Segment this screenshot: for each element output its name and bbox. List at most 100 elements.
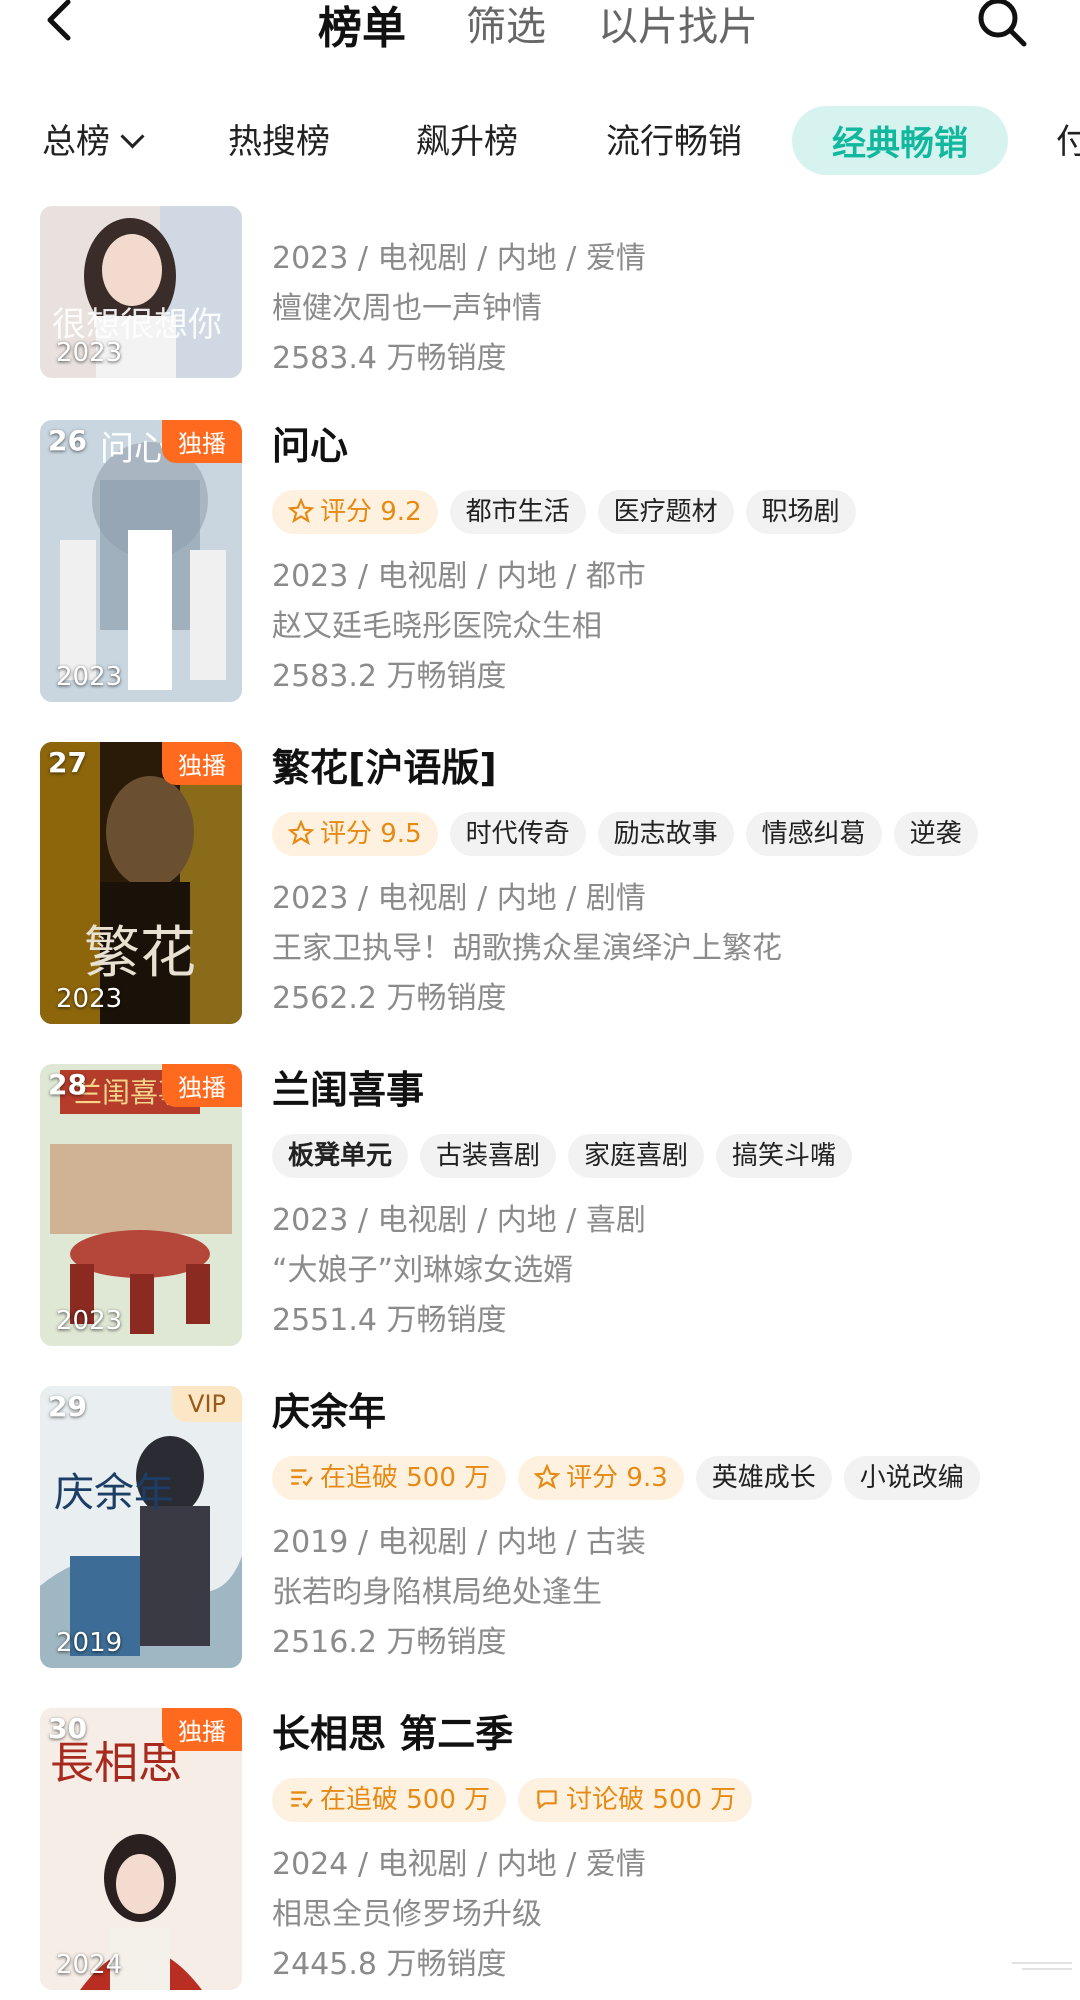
item-title[interactable]: 问心	[272, 420, 1052, 472]
series-tag: 板凳单元	[272, 1134, 409, 1178]
list-icon	[291, 1468, 313, 1486]
rating-tag: 评分 9.3	[518, 1456, 684, 1500]
item-info: 繁花[沪语版] 评分 9.5 时代传奇 励志故事 情感纠葛 逆袭 2023 / 电视剧 …	[272, 742, 1052, 1024]
rank-number: 30	[48, 1712, 87, 1745]
item-info: 庆余年 在追破 500 万 评分 9.3 英雄成长 小说改编 2019 / 电视剧 /…	[272, 1386, 1052, 1668]
rank-number: 28	[48, 1068, 87, 1101]
subtab-classic-sales[interactable]: 经典畅销	[792, 106, 1008, 175]
rating-tag: 评分 9.5	[272, 812, 438, 856]
tag-label: 在追破 500 万	[320, 1785, 491, 1815]
item-title[interactable]: 兰闺喜事	[272, 1064, 1052, 1116]
genre-tag: 搞笑斗嘴	[716, 1134, 853, 1178]
genre-tag: 职场剧	[745, 490, 856, 534]
top-nav: 榜单 筛选 以片找片	[0, 0, 1080, 80]
poster-art: 庆余年	[40, 1386, 242, 1668]
rank-number: 27	[48, 746, 87, 779]
rank-number: 26	[48, 424, 87, 457]
exclusive-badge: 独播	[162, 1064, 242, 1107]
tag-label: 评分 9.3	[566, 1463, 668, 1493]
exclusive-badge: 独播	[162, 420, 242, 463]
item-meta-line: 2023 / 电视剧 / 内地 / 爱情	[272, 241, 646, 276]
subtab-overall[interactable]: 总榜	[42, 114, 145, 163]
item-info: 长相思 第二季 在追破 500 万 讨论破 500 万 2024 / 电视剧 / …	[272, 1708, 1052, 1990]
scroll-indicator-icon	[1012, 1962, 1072, 1970]
genre-tag: 都市生活	[449, 490, 586, 534]
item-sales: 2583.4 万畅销度	[272, 341, 507, 376]
poster-image: 庆余年 29 VIP 2019	[40, 1386, 242, 1668]
item-sales: 2583.2 万畅销度	[272, 659, 507, 694]
poster-title-text: 问心	[100, 429, 168, 469]
subtab-hot-search[interactable]: 热搜榜	[228, 114, 330, 163]
tag-row: 在追破 500 万 评分 9.3 英雄成长 小说改编	[272, 1456, 1052, 1500]
item-meta-line: 2023 / 电视剧 / 内地 / 都市	[272, 559, 646, 594]
item-info: 兰闺喜事 板凳单元 古装喜剧 家庭喜剧 搞笑斗嘴 2023 / 电视剧 / 内地 / …	[272, 1064, 1052, 1346]
poster-year: 2023	[56, 1306, 123, 1336]
poster-image: 兰闺喜事 28 独播 2023	[40, 1064, 242, 1346]
item-title[interactable]: 繁花[沪语版]	[272, 742, 1052, 794]
list-item[interactable]: 问心 26 独播 2023 问心 评分 9.2 都市生活 医疗题材 职场剧 2023 …	[0, 420, 1080, 702]
item-title[interactable]: 庆余年	[272, 1386, 1052, 1438]
item-description: 相思全员修罗场升级	[272, 1897, 542, 1932]
item-meta-line: 2024 / 电视剧 / 内地 / 爱情	[272, 1847, 646, 1882]
item-description: “大娘子”刘琳嫁女选婿	[272, 1253, 574, 1288]
subtab-popular-sales[interactable]: 流行畅销	[606, 114, 742, 163]
item-meta-line: 2023 / 电视剧 / 内地 / 剧情	[272, 881, 646, 916]
item-info: 问心 评分 9.2 都市生活 医疗题材 职场剧 2023 / 电视剧 / 内地 / 都…	[272, 420, 1052, 702]
item-title[interactable]: 长相思 第二季	[272, 1708, 1052, 1760]
watching-tag: 在追破 500 万	[272, 1778, 507, 1822]
tag-label: 板凳单元	[288, 1141, 393, 1171]
poster-title-text: 繁花	[84, 921, 196, 986]
tab-find-by-film[interactable]: 以片找片	[598, 0, 758, 52]
poster-image: 很想很想你 2023	[40, 206, 242, 378]
subtab-rising[interactable]: 飙升榜	[416, 114, 518, 163]
tag-row: 板凳单元 古装喜剧 家庭喜剧 搞笑斗嘴	[272, 1134, 1052, 1178]
exclusive-badge: 独播	[162, 742, 242, 785]
poster-year: 2023	[56, 338, 123, 368]
item-sales: 2562.2 万畅销度	[272, 981, 507, 1016]
rating-tag: 评分 9.2	[272, 490, 438, 534]
exclusive-badge: 独播	[162, 1708, 242, 1751]
poster-title-text: 庆余年	[54, 1470, 174, 1516]
watching-tag: 在追破 500 万	[272, 1456, 507, 1500]
tag-label: 评分 9.2	[320, 497, 422, 527]
item-meta-line: 2019 / 电视剧 / 内地 / 古装	[272, 1525, 646, 1560]
search-icon[interactable]	[974, 0, 1030, 50]
item-sales: 2551.4 万畅销度	[272, 1303, 507, 1338]
poster-image: 長相思 30 独播 2024	[40, 1708, 242, 1990]
back-arrow-icon[interactable]	[38, 0, 78, 44]
tab-ranking[interactable]: 榜单	[318, 0, 406, 56]
tag-label: 评分 9.5	[320, 819, 422, 849]
tag-label: 在追破 500 万	[320, 1463, 491, 1493]
rank-number: 29	[48, 1390, 87, 1423]
star-icon	[534, 1463, 561, 1489]
genre-tag: 逆袭	[893, 812, 978, 856]
tab-filter[interactable]: 筛选	[466, 0, 546, 52]
poster-title-text: 長相思	[50, 1738, 182, 1789]
vip-badge: VIP	[172, 1386, 242, 1422]
genre-tag: 情感纠葛	[745, 812, 882, 856]
tag-row: 在追破 500 万 讨论破 500 万	[272, 1778, 1052, 1822]
chat-bubble-icon	[537, 1789, 557, 1809]
poster-image: 问心 26 独播 2023	[40, 420, 242, 702]
list-icon	[291, 1790, 313, 1808]
genre-tag: 励志故事	[597, 812, 734, 856]
tag-row: 评分 9.2 都市生活 医疗题材 职场剧	[272, 490, 1052, 534]
ranking-subtabs: 总榜 热搜榜 飙升榜 流行畅销 经典畅销 付	[0, 100, 1080, 180]
poster-year: 2019	[56, 1628, 123, 1658]
item-description: 张若昀身陷棋局绝处逢生	[272, 1575, 602, 1610]
subtab-paid[interactable]: 付	[1056, 114, 1080, 163]
list-item[interactable]: 繁花 27 独播 2023 繁花[沪语版] 评分 9.5 时代传奇 励志故事 情感纠葛…	[0, 742, 1080, 1024]
genre-tag: 英雄成长	[695, 1456, 832, 1500]
chevron-down-icon	[120, 124, 145, 149]
item-description: 赵又廷毛晓彤医院众生相	[272, 609, 602, 644]
list-item[interactable]: 長相思 30 独播 2024 长相思 第二季 在追破 500 万 讨论破 500 …	[0, 1708, 1080, 1990]
item-description: 王家卫执导！胡歌携众星演绎沪上繁花	[272, 931, 782, 966]
list-item[interactable]: 兰闺喜事 28 独播 2023 兰闺喜事 板凳单元 古装喜剧 家庭喜剧 搞笑斗嘴 20…	[0, 1064, 1080, 1346]
genre-tag: 家庭喜剧	[568, 1134, 705, 1178]
genre-tag: 古装喜剧	[420, 1134, 557, 1178]
poster-image: 繁花 27 独播 2023	[40, 742, 242, 1024]
genre-tag: 医疗题材	[597, 490, 734, 534]
star-icon	[288, 819, 314, 845]
item-sales: 2516.2 万畅销度	[272, 1625, 507, 1660]
list-item[interactable]: 庆余年 29 VIP 2019 庆余年 在追破 500 万 评分 9.3 英雄成长小…	[0, 1386, 1080, 1668]
